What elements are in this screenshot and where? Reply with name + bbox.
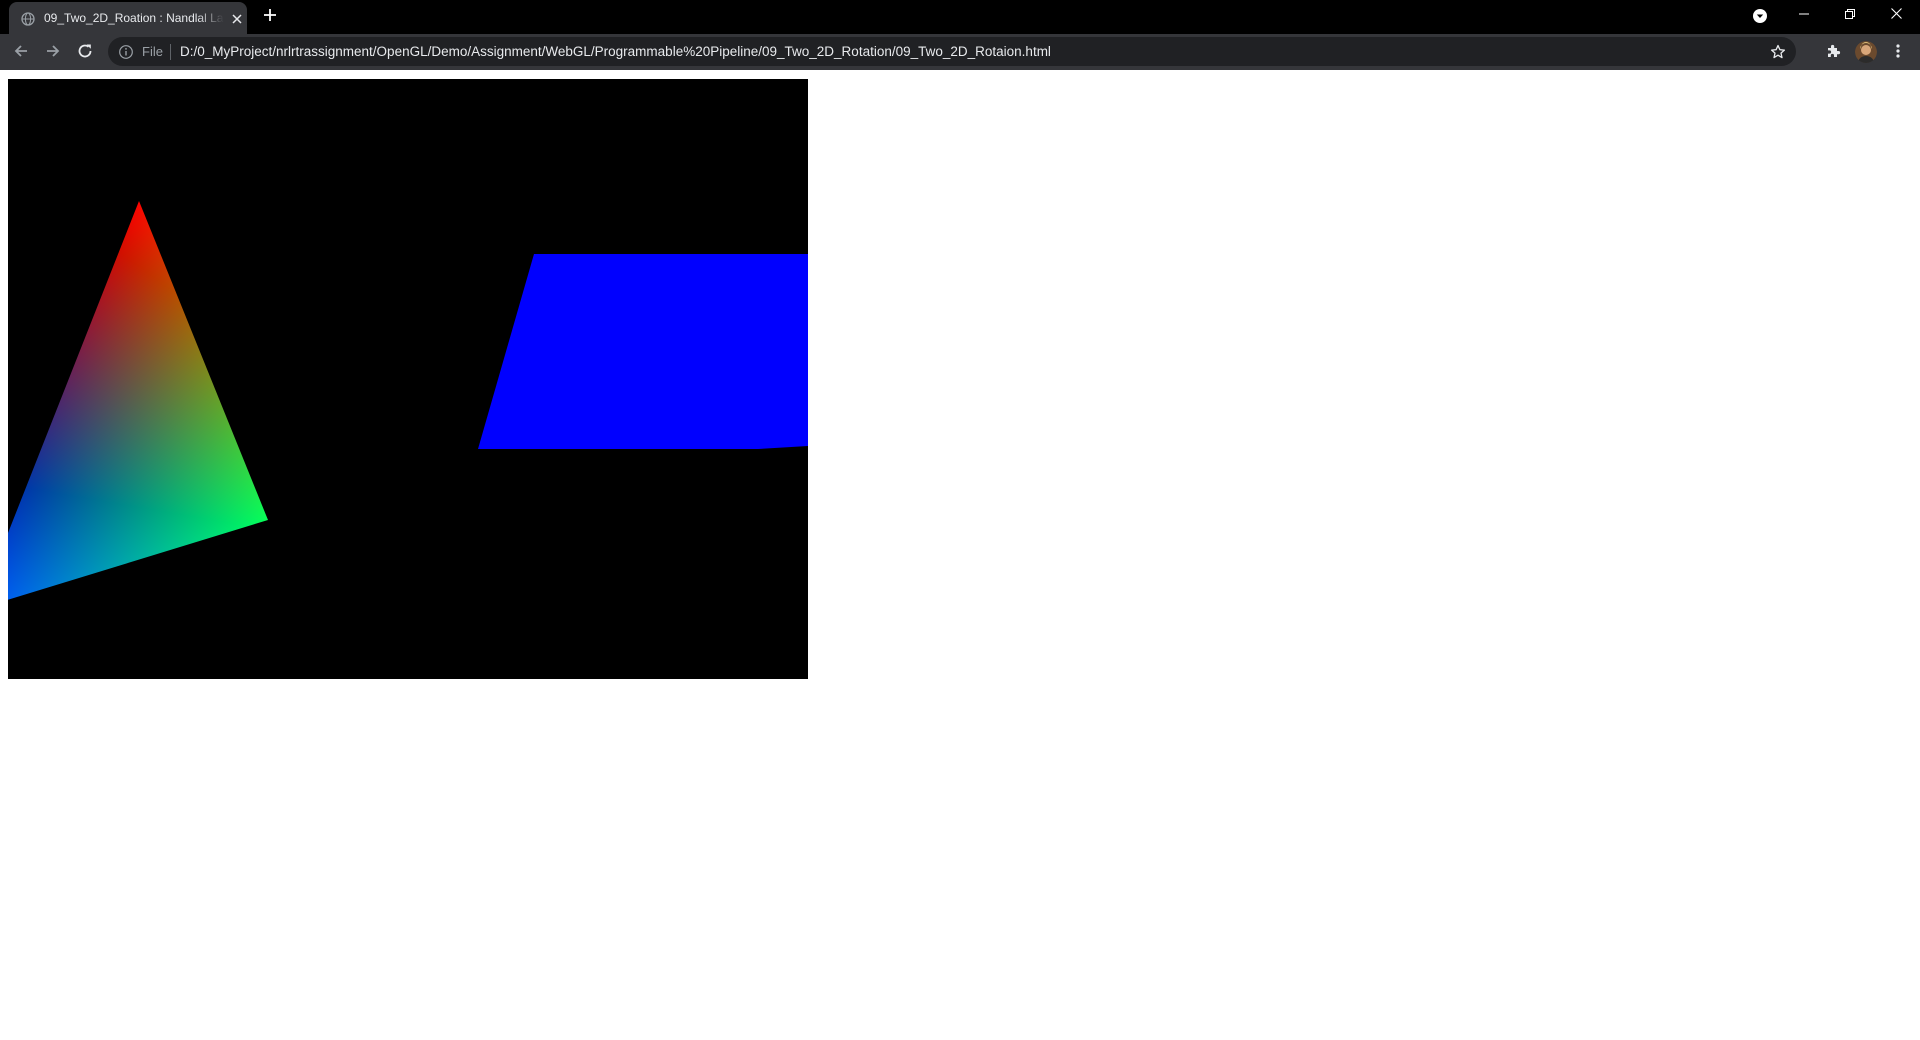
- window-close-button[interactable]: [1873, 0, 1919, 30]
- kebab-menu-icon: [1896, 43, 1900, 64]
- new-tab-button[interactable]: [258, 5, 282, 29]
- back-arrow-icon: [13, 43, 29, 64]
- minimize-button[interactable]: [1781, 0, 1827, 30]
- url-separator: [170, 44, 171, 60]
- close-icon: [1890, 6, 1902, 24]
- plus-icon: [263, 8, 277, 27]
- address-bar[interactable]: File D:/0_MyProject/nrlrtrassignment/Ope…: [108, 37, 1796, 66]
- globe-icon: [21, 12, 35, 26]
- close-icon[interactable]: [227, 9, 247, 29]
- extensions-button[interactable]: [1820, 39, 1848, 67]
- reload-icon: [77, 43, 93, 64]
- menu-button[interactable]: [1884, 39, 1912, 67]
- url-text[interactable]: D:/0_MyProject/nrlrtrassignment/OpenGL/D…: [180, 43, 1051, 60]
- restore-icon: [1845, 6, 1855, 24]
- tab-title: 09_Two_2D_Roation : Nandlal Lanjewar: [44, 11, 224, 25]
- reload-button[interactable]: [71, 39, 99, 67]
- info-icon[interactable]: [118, 44, 134, 60]
- minimize-icon: [1799, 6, 1809, 24]
- tab-search-button[interactable]: [1748, 6, 1772, 30]
- back-button[interactable]: [7, 39, 35, 67]
- star-icon[interactable]: [1766, 40, 1790, 64]
- webgl-canvas[interactable]: [8, 79, 808, 679]
- forward-arrow-icon: [45, 43, 61, 64]
- scheme-label: File: [142, 44, 163, 59]
- tab-active[interactable]: 09_Two_2D_Roation : Nandlal Lanjewar: [9, 2, 247, 34]
- tab-search-icon: [1752, 8, 1768, 29]
- avatar[interactable]: [1855, 41, 1877, 63]
- restore-button[interactable]: [1827, 0, 1873, 30]
- forward-button[interactable]: [39, 39, 67, 67]
- puzzle-icon: [1826, 43, 1842, 64]
- rotating-square: [478, 254, 808, 449]
- browser-toolbar: File D:/0_MyProject/nrlrtrassignment/Ope…: [0, 34, 1920, 70]
- title-bar: 09_Two_2D_Roation : Nandlal Lanjewar: [0, 0, 1920, 34]
- rotating-triangle: [8, 201, 268, 600]
- scene-svg: [8, 201, 808, 600]
